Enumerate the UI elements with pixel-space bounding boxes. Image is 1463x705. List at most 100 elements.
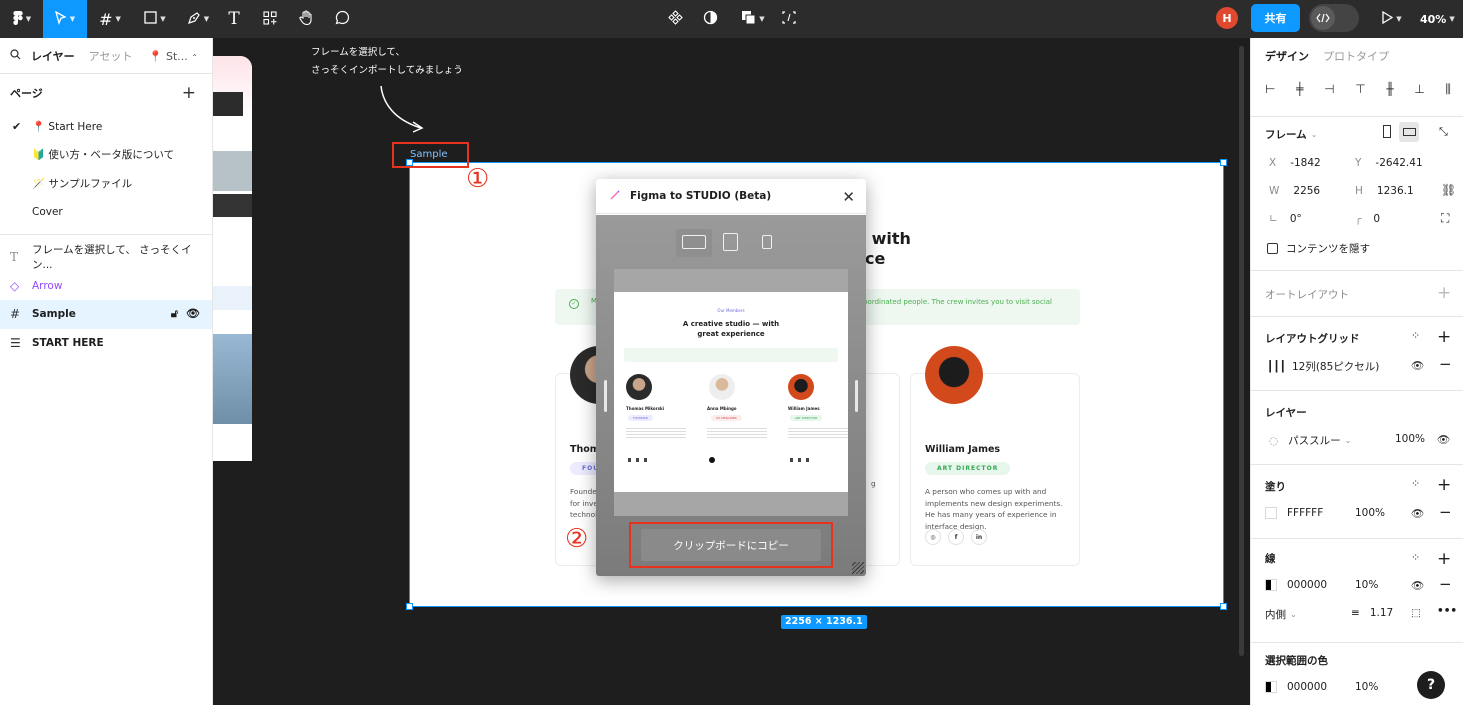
present-button[interactable]: ▼	[1376, 0, 1408, 38]
layout-grid-value[interactable]: 12列(85ピクセル)	[1292, 359, 1379, 374]
remove-stroke-minus-icon[interactable]: −	[1439, 575, 1452, 593]
stroke-position-select[interactable]: 内側	[1265, 607, 1286, 622]
left-search-icon[interactable]	[10, 48, 21, 63]
grid-styles-icon[interactable]: ⁘	[1411, 329, 1420, 342]
resize-handle[interactable]	[1220, 603, 1227, 610]
radius-input[interactable]: 0	[1373, 213, 1380, 225]
landscape-icon[interactable]	[1399, 122, 1419, 142]
stroke-width-input[interactable]: 1.17	[1370, 607, 1393, 619]
resources-button[interactable]	[259, 0, 281, 38]
eye-icon[interactable]: 👁︎	[1411, 359, 1424, 372]
eye-icon[interactable]: 👁︎	[1411, 507, 1424, 520]
boolean-button[interactable]: ▼	[737, 0, 769, 38]
contrast-button[interactable]	[699, 0, 721, 38]
shape-tool-button[interactable]: ▼	[137, 0, 173, 38]
independent-corners-icon[interactable]: ⛶	[1441, 211, 1449, 226]
blend-mode-select[interactable]: パススルー	[1288, 433, 1341, 448]
width-input[interactable]: 2256	[1293, 185, 1320, 197]
align-left-icon[interactable]: ⊢	[1265, 82, 1275, 97]
frame-tool-button[interactable]: # ▼	[92, 0, 128, 38]
canvas[interactable]: フレームを選択して、 さっそくインポートしてみましょう — with ce ✓ …	[213, 38, 1250, 705]
scroll-handle[interactable]	[855, 380, 858, 412]
comment-tool-button[interactable]	[331, 0, 353, 38]
chevron-down-icon[interactable]: ⌄	[1311, 130, 1318, 139]
layer-item-annotation-text[interactable]: T フレームを選択して、 さっそくイン...	[0, 243, 212, 272]
component-tools-button[interactable]	[664, 0, 686, 38]
user-avatar[interactable]: H	[1216, 7, 1238, 29]
selection-color-swatch[interactable]	[1265, 681, 1277, 693]
dev-mode-toggle[interactable]	[1309, 4, 1359, 32]
eye-icon[interactable]: 👁︎	[186, 307, 200, 321]
tab-layers[interactable]: レイヤー	[31, 48, 75, 64]
resize-grip-icon[interactable]	[852, 562, 864, 574]
height-input[interactable]: 1236.1	[1377, 185, 1414, 197]
align-center-v-icon[interactable]: ╫	[1386, 82, 1393, 97]
stroke-sides-icon[interactable]: ⬚	[1411, 607, 1421, 619]
add-fill-plus-icon[interactable]: +	[1437, 475, 1451, 495]
unlock-icon[interactable]: 🔓︎	[171, 307, 178, 321]
page-item-usage[interactable]: 🔰 使い方・ベータ版について	[0, 141, 212, 170]
more-options-icon[interactable]: •••	[1437, 605, 1457, 617]
portrait-icon[interactable]	[1383, 125, 1391, 138]
selection-hex[interactable]: 000000	[1287, 681, 1327, 693]
y-input[interactable]: -2642.41	[1375, 157, 1422, 169]
page-picker[interactable]: 📍 St... ⌃	[149, 50, 198, 63]
dev-resources-button[interactable]	[778, 0, 800, 38]
clip-content-checkbox[interactable]	[1267, 243, 1278, 254]
layer-opacity-input[interactable]: 100%	[1395, 433, 1425, 445]
remove-grid-minus-icon[interactable]: −	[1439, 355, 1452, 373]
copy-to-clipboard-button[interactable]: クリップボードにコピー	[641, 529, 821, 561]
rotation-input[interactable]: 0°	[1290, 213, 1302, 225]
eye-icon[interactable]: 👁︎	[1437, 433, 1450, 446]
instagram-icon[interactable]: ◎	[925, 529, 941, 545]
fill-styles-icon[interactable]: ⁘	[1411, 477, 1420, 490]
layer-item-sample[interactable]: # Sample 🔓︎ 👁︎	[0, 300, 212, 329]
selection-opacity[interactable]: 10%	[1355, 681, 1378, 693]
eye-icon[interactable]: 👁︎	[1411, 579, 1424, 592]
text-tool-button[interactable]: T	[223, 0, 245, 38]
zoom-menu[interactable]: 40% ▼	[1420, 0, 1455, 38]
align-bottom-icon[interactable]: ⊥	[1414, 82, 1424, 97]
stroke-styles-icon[interactable]: ⁘	[1411, 551, 1420, 564]
stroke-opacity-input[interactable]: 10%	[1355, 579, 1378, 591]
layer-item-arrow[interactable]: ◇ Arrow	[0, 272, 212, 301]
add-page-plus-icon[interactable]: +	[182, 84, 196, 102]
resize-to-fit-icon[interactable]: ⤡	[1439, 125, 1448, 139]
fill-hex-input[interactable]: FFFFFF	[1287, 507, 1323, 519]
page-item-start-here[interactable]: ✔ 📍 Start Here	[0, 112, 212, 141]
vertical-scrollbar[interactable]	[1239, 46, 1244, 656]
page-item-sample-file[interactable]: 🪄 サンプルファイル	[0, 169, 212, 198]
hand-tool-button[interactable]	[295, 0, 317, 38]
pen-tool-button[interactable]: ▼	[180, 0, 216, 38]
constrain-proportions-icon[interactable]: ⛓︎	[1441, 183, 1456, 197]
help-button[interactable]: ?	[1417, 671, 1445, 699]
share-button[interactable]: 共有	[1251, 4, 1300, 32]
scroll-handle[interactable]	[604, 380, 607, 412]
close-icon[interactable]: ✕	[842, 188, 855, 206]
layer-item-start-here[interactable]: ☰ START HERE	[0, 329, 212, 358]
align-center-h-icon[interactable]: ╪	[1296, 82, 1303, 97]
desktop-icon[interactable]	[682, 235, 706, 249]
distribute-icon[interactable]: ⫼	[1445, 82, 1451, 97]
add-grid-plus-icon[interactable]: +	[1437, 327, 1451, 347]
add-stroke-plus-icon[interactable]: +	[1437, 549, 1451, 569]
tab-design[interactable]: デザイン	[1265, 48, 1309, 64]
fill-opacity-input[interactable]: 100%	[1355, 507, 1385, 519]
align-right-icon[interactable]: ⊣	[1324, 82, 1334, 97]
remove-fill-minus-icon[interactable]: −	[1439, 503, 1452, 521]
add-auto-layout-plus-icon[interactable]: +	[1437, 283, 1451, 303]
mobile-icon[interactable]	[762, 235, 772, 249]
tab-prototype[interactable]: プロトタイプ	[1323, 48, 1389, 64]
tab-assets[interactable]: アセット	[89, 48, 133, 64]
x-input[interactable]: -1842	[1290, 157, 1321, 169]
stroke-swatch[interactable]	[1265, 579, 1277, 591]
main-menu-button[interactable]: ▼	[6, 0, 38, 38]
linkedin-icon[interactable]: in	[971, 529, 987, 545]
frame-name-label[interactable]: Sample	[392, 142, 469, 168]
facebook-icon[interactable]: f	[948, 529, 964, 545]
tablet-icon[interactable]	[723, 233, 738, 251]
stroke-hex-input[interactable]: 000000	[1287, 579, 1327, 591]
resize-handle[interactable]	[1220, 159, 1227, 166]
move-tool-button[interactable]: ▼	[43, 0, 87, 38]
align-top-icon[interactable]: ⊤	[1355, 82, 1365, 97]
